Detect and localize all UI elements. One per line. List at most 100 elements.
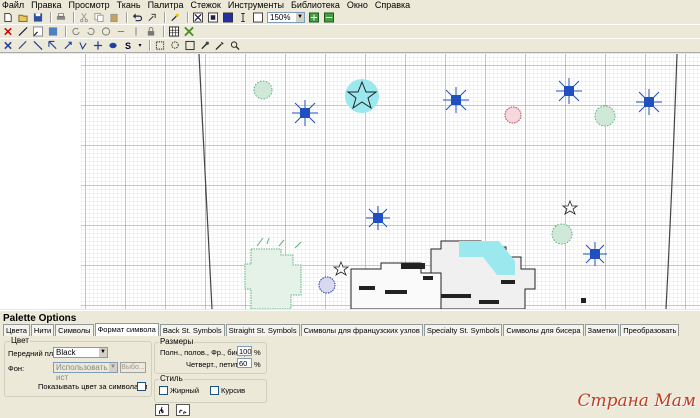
full-size-unit: % xyxy=(254,348,261,357)
chevron-down-icon: ▼ xyxy=(99,348,107,357)
straight-stitch-icon[interactable] xyxy=(62,40,74,52)
rect-select-icon[interactable] xyxy=(154,40,166,52)
toolbar-separator xyxy=(73,12,75,23)
fill-icon[interactable] xyxy=(47,26,59,38)
quarter-stitch-icon[interactable] xyxy=(32,26,44,38)
green-ornament xyxy=(551,223,573,245)
bold-checkbox[interactable] xyxy=(159,386,168,395)
tab-specialty-st-symbols[interactable]: Specialty St. Symbols xyxy=(423,324,503,336)
background-label: Фон: xyxy=(8,364,25,373)
select-all-icon[interactable] xyxy=(184,40,196,52)
delete-stitch-icon[interactable] xyxy=(2,26,14,38)
half-stitch-icon[interactable] xyxy=(17,26,29,38)
menu-help[interactable]: Справка xyxy=(375,0,410,11)
fabric-view-icon[interactable] xyxy=(252,12,264,24)
rotate-left-icon[interactable] xyxy=(70,26,82,38)
tab-convert[interactable]: Преобразовать xyxy=(620,324,680,336)
color-block-icon[interactable] xyxy=(222,12,234,24)
full-size-input[interactable]: 100 xyxy=(237,346,252,356)
lasso-icon[interactable] xyxy=(169,40,181,52)
flip-icon[interactable] xyxy=(115,26,127,38)
tab-notes[interactable]: Заметки xyxy=(584,324,620,336)
zoom-select[interactable]: 150% ▼ xyxy=(267,12,305,23)
cross-stitch-tool-icon[interactable] xyxy=(2,40,14,52)
left-pane[interactable] xyxy=(0,54,82,309)
menu-fabric[interactable]: Ткань xyxy=(117,0,141,11)
toolbar-separator xyxy=(163,26,165,37)
specialty-stitch-icon[interactable] xyxy=(77,40,89,52)
symbol-preview-small-icon xyxy=(176,404,190,416)
palette-options-panel: Palette Options Цвета Нити Символы Форма… xyxy=(0,310,700,416)
menu-tools[interactable]: Инструменты xyxy=(228,0,284,11)
tab-back-st-symbols[interactable]: Back St. Symbols xyxy=(159,324,225,336)
text-cursor-icon[interactable] xyxy=(237,12,249,24)
circle-icon[interactable] xyxy=(100,26,112,38)
french-knot-icon[interactable] xyxy=(92,40,104,52)
undo-icon[interactable] xyxy=(131,12,143,24)
choose-color-button[interactable]: Выбо... xyxy=(120,362,146,373)
grid-icon[interactable] xyxy=(168,26,180,38)
symbol-preview-icon xyxy=(155,404,169,416)
save-icon[interactable] xyxy=(32,12,44,24)
menu-window[interactable]: Окно xyxy=(347,0,368,11)
eyedropper-icon[interactable] xyxy=(214,40,226,52)
rotate-right-icon[interactable] xyxy=(85,26,97,38)
paste-icon[interactable] xyxy=(108,12,120,24)
green-ornament xyxy=(594,105,616,127)
dropdown-arrow-icon[interactable]: ▾ xyxy=(137,40,143,52)
magnifier-icon[interactable] xyxy=(229,40,241,52)
quarter-size-input[interactable]: 60 xyxy=(237,358,252,368)
drawing-toolbar: S ▾ xyxy=(0,39,700,53)
tab-straight-st-symbols[interactable]: Straight St. Symbols xyxy=(225,324,300,336)
color-picker-icon[interactable] xyxy=(199,40,211,52)
menu-palette[interactable]: Палитра xyxy=(148,0,184,11)
back-stitch-tool-icon[interactable] xyxy=(17,40,29,52)
symbol-view-icon[interactable] xyxy=(207,12,219,24)
foreground-value: Black xyxy=(56,348,76,357)
tab-symbols[interactable]: Символы xyxy=(55,324,94,336)
cut-icon[interactable] xyxy=(78,12,90,24)
zoom-out-icon[interactable] xyxy=(323,12,335,24)
bead-icon[interactable] xyxy=(107,40,119,52)
zoom-in-icon[interactable] xyxy=(308,12,320,24)
text-tool-icon[interactable]: S xyxy=(122,40,134,52)
menu-edit[interactable]: Правка xyxy=(31,0,61,11)
stitch-toolbar xyxy=(0,25,700,39)
tab-symbol-format[interactable]: Формат символа xyxy=(94,323,159,336)
italic-label: Курсив xyxy=(221,386,246,395)
lock-icon[interactable] xyxy=(145,26,157,38)
copy-icon[interactable] xyxy=(93,12,105,24)
toolbar-separator xyxy=(50,12,52,23)
watermark-logo: Страна Мам xyxy=(577,391,696,411)
menu-library[interactable]: Библиотека xyxy=(291,0,340,11)
mirror-icon[interactable] xyxy=(130,26,142,38)
menu-view[interactable]: Просмотр xyxy=(69,0,110,11)
toolbar-separator xyxy=(126,12,128,23)
magic-wand-icon[interactable] xyxy=(169,12,181,24)
tab-colors[interactable]: Цвета xyxy=(3,324,30,336)
menu-file[interactable]: Файл xyxy=(2,0,24,11)
toolbar-separator xyxy=(65,26,67,37)
italic-checkbox[interactable] xyxy=(210,386,219,395)
show-color-checkbox[interactable] xyxy=(137,382,146,391)
new-file-icon[interactable] xyxy=(2,12,14,24)
style-group-legend: Стиль xyxy=(159,374,184,383)
background-select[interactable]: Использовать ист ▼ xyxy=(53,362,118,382)
print-icon[interactable] xyxy=(55,12,67,24)
quarter-size-label: Четверт., петит, xyxy=(186,360,240,369)
sizes-group-legend: Размеры xyxy=(159,337,195,346)
menu-stitch[interactable]: Стежок xyxy=(190,0,220,11)
stitch-pattern-icon[interactable] xyxy=(183,26,195,38)
tab-bead-symbols[interactable]: Символы для бисера xyxy=(503,324,584,336)
quarter-size-unit: % xyxy=(254,360,261,369)
tab-threads[interactable]: Нити xyxy=(30,324,55,336)
zoom-value: 150% xyxy=(270,13,291,22)
pattern-canvas[interactable] xyxy=(81,54,700,309)
select-arrow-icon[interactable] xyxy=(146,12,158,24)
full-stitch-icon[interactable] xyxy=(192,12,204,24)
open-folder-icon[interactable] xyxy=(17,12,29,24)
corner-stitch-icon[interactable] xyxy=(47,40,59,52)
foreground-select[interactable]: Black ▼ xyxy=(53,347,108,358)
tab-french-knot-symbols[interactable]: Символы для французских узлов xyxy=(300,324,423,336)
diagonal-line-icon[interactable] xyxy=(32,40,44,52)
